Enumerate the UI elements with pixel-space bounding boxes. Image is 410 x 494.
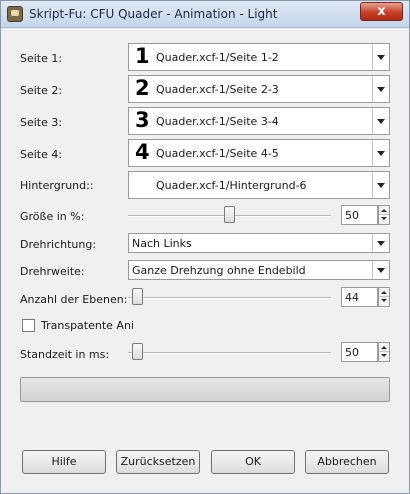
page-1-number: 1 [135, 44, 150, 68]
page-4-number: 4 [135, 140, 150, 164]
spin-down-icon[interactable] [379, 352, 389, 361]
chevron-down-icon[interactable] [372, 44, 389, 70]
direction-value: Nach Links [132, 237, 192, 250]
spin-down-icon[interactable] [379, 297, 389, 306]
page-4-value: Quader.xcf-1/Seite 4-5 [156, 147, 279, 160]
spin-up-icon[interactable] [379, 288, 389, 297]
spin-down-icon[interactable] [379, 215, 389, 224]
page-1-value: Quader.xcf-1/Seite 1-2 [156, 51, 279, 64]
page-1-label: Seite 1: [20, 52, 63, 65]
duration-spin-input[interactable]: 50 [341, 342, 378, 362]
duration-spin-buttons[interactable] [378, 342, 390, 362]
background-value: Quader.xcf-1/Hintergrund-6 [156, 179, 307, 192]
help-button[interactable]: Hilfe [22, 450, 106, 474]
page-2-number: 2 [135, 76, 150, 100]
page-3-combo[interactable]: 3 Quader.xcf-1/Seite 3-4 [128, 107, 390, 135]
chevron-down-icon[interactable] [372, 108, 389, 134]
chevron-down-icon[interactable] [372, 261, 389, 279]
page-4-combo[interactable]: 4 Quader.xcf-1/Seite 4-5 [128, 139, 390, 167]
chevron-down-icon[interactable] [372, 76, 389, 102]
duration-slider-thumb[interactable] [131, 343, 143, 360]
duration-value: 50 [345, 346, 359, 359]
layers-spin-buttons[interactable] [378, 287, 390, 307]
size-spin-buttons[interactable] [378, 205, 390, 225]
layers-label: Anzahl der Ebenen: [20, 293, 128, 306]
rotation-label: Drehrweite: [20, 265, 85, 278]
transparent-checkbox[interactable] [22, 319, 35, 332]
background-combo[interactable]: Quader.xcf-1/Hintergrund-6 [128, 171, 390, 199]
size-spin-input[interactable]: 50 [341, 205, 378, 225]
gimp-app-icon [7, 6, 23, 22]
dialog-window: Skript-Fu: CFU Quader - Animation - Ligh… [0, 0, 410, 494]
reset-button[interactable]: Zurücksetzen [116, 450, 200, 474]
layers-slider-thumb[interactable] [131, 288, 143, 305]
chevron-down-icon[interactable] [372, 140, 389, 166]
layers-spin-input[interactable]: 44 [341, 287, 378, 307]
size-label: Größe in %: [20, 210, 85, 223]
close-button[interactable]: x [360, 2, 403, 21]
page-2-combo[interactable]: 2 Quader.xcf-1/Seite 2-3 [128, 75, 390, 103]
chevron-down-icon[interactable] [372, 234, 389, 252]
page-2-label: Seite 2: [20, 84, 63, 97]
rotation-value: Ganze Drehzung ohne Endebild [132, 264, 306, 277]
chevron-down-icon[interactable] [372, 172, 389, 198]
duration-label: Standzeit in ms: [20, 348, 110, 361]
page-3-number: 3 [135, 108, 150, 132]
page-2-value: Quader.xcf-1/Seite 2-3 [156, 83, 279, 96]
window-title: Skript-Fu: CFU Quader - Animation - Ligh… [29, 7, 278, 21]
rotation-combo[interactable]: Ganze Drehzung ohne Endebild [128, 260, 390, 280]
direction-combo[interactable]: Nach Links [128, 233, 390, 253]
cancel-button[interactable]: Abbrechen [305, 450, 389, 474]
page-3-value: Quader.xcf-1/Seite 3-4 [156, 115, 279, 128]
duration-slider-track[interactable] [128, 352, 331, 354]
dialog-content: Seite 1: 1 Quader.xcf-1/Seite 1-2 Seite … [1, 29, 409, 493]
background-label: Hintergrund:: [20, 179, 94, 192]
title-bar[interactable]: Skript-Fu: CFU Quader - Animation - Ligh… [1, 1, 409, 28]
page-3-label: Seite 3: [20, 116, 63, 129]
page-4-label: Seite 4: [20, 148, 63, 161]
size-slider-thumb[interactable] [224, 206, 235, 223]
ok-button[interactable]: OK [211, 450, 295, 474]
spin-up-icon[interactable] [379, 206, 389, 215]
size-value: 50 [345, 209, 359, 222]
layers-slider-track[interactable] [128, 297, 331, 299]
layers-value: 44 [345, 291, 359, 304]
direction-label: Drehrichtung: [20, 238, 97, 251]
progress-bar [20, 377, 390, 402]
spin-up-icon[interactable] [379, 343, 389, 352]
page-1-combo[interactable]: 1 Quader.xcf-1/Seite 1-2 [128, 43, 390, 71]
transparent-label[interactable]: Transpatente Ani [41, 319, 134, 332]
